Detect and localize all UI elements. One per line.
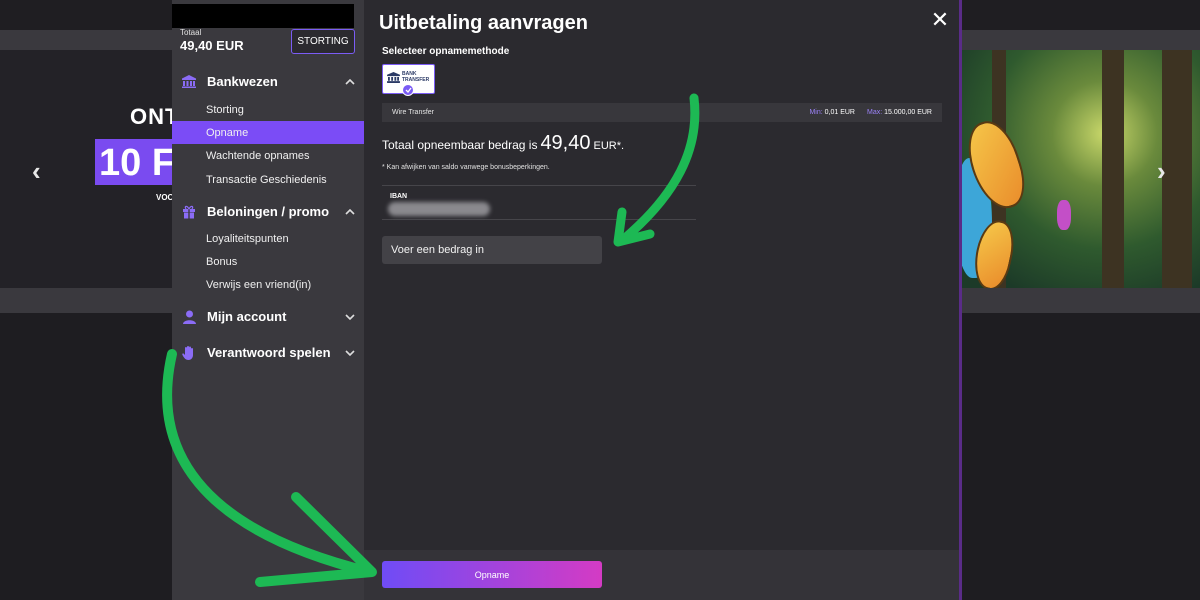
sidebar-section-label: Verantwoord spelen [207,345,331,360]
sidebar-header-strip [172,4,354,28]
sidebar-section-label: Beloningen / promo [207,204,330,219]
account-sidebar: Totaal 49,40 EUR STORTING Bankwezen Stor… [172,0,364,600]
bank-icon [387,72,400,83]
total-prefix: Totaal opneembaar bedrag is [382,138,538,152]
chevron-up-icon [344,206,356,218]
bonus-note: * Kan afwijken van saldo vanwege bonusbe… [382,164,550,171]
bank-transfer-label: BANK TRANSFER [402,71,430,83]
max-limit: Max: 15.000,00 EUR [867,109,932,116]
method-name: Wire Transfer [392,109,435,116]
chevron-up-icon [344,76,356,88]
withdrawal-modal: Uitbetaling aanvragen ✕ Selecteer opname… [364,0,959,600]
bank-icon [180,75,198,89]
sidebar-section-beloningen[interactable]: Beloningen / promo [180,204,356,219]
min-limit-value: 0,01 EUR [824,109,855,116]
balance-value: 49,40 EUR [180,38,244,53]
method-label: Selecteer opnamemethode [382,46,510,57]
balance-label: Totaal [180,28,202,37]
min-limit: Min: 0,01 EUR [809,109,855,116]
iban-field: IBAN [382,185,696,220]
sidebar-item-bonus[interactable]: Bonus [172,250,364,273]
min-limit-label: Min: [809,109,823,116]
gift-icon [180,205,198,219]
sidebar-section-bankwezen[interactable]: Bankwezen [180,74,356,89]
iban-value-redacted [388,202,490,216]
sidebar-item-loyaliteitspunten[interactable]: Loyaliteitspunten [172,227,364,250]
modal-edge [959,0,962,600]
sidebar-section-verantwoord-spelen[interactable]: Verantwoord spelen [180,345,356,360]
sidebar-item-transactie-geschiedenis[interactable]: Transactie Geschiedenis [172,168,364,191]
modal-title: Uitbetaling aanvragen [379,12,588,34]
sidebar-item-verwijs-vriend[interactable]: Verwijs een vriend(in) [172,273,364,296]
check-icon [402,84,414,96]
method-info-bar: Wire Transfer Min: 0,01 EUR Max: 15.000,… [382,103,942,122]
total-suffix: EUR*. [593,140,625,152]
user-icon [180,310,198,324]
chevron-down-icon [344,347,356,359]
iban-label: IBAN [390,193,408,200]
hand-icon [180,346,198,360]
sidebar-section-mijn-account[interactable]: Mijn account [180,309,356,324]
deposit-button[interactable]: STORTING [291,29,355,54]
carousel-next-icon[interactable]: › [1157,156,1166,187]
sidebar-section-label: Bankwezen [207,74,278,89]
withdrawable-total: Totaal opneembaar bedrag is 49,40 EUR*. [382,132,624,155]
sidebar-item-opname[interactable]: Opname [172,121,364,144]
total-amount: 49,40 [540,132,591,154]
close-icon[interactable]: ✕ [930,9,950,31]
amount-input[interactable] [382,236,602,264]
sidebar-item-wachtende-opnames[interactable]: Wachtende opnames [172,144,364,167]
chevron-down-icon [344,311,356,323]
carousel-prev-icon[interactable]: ‹ [32,156,41,187]
hero-badge-text: 10 F [99,142,176,184]
sidebar-section-label: Mijn account [207,309,287,324]
sidebar-item-storting[interactable]: Storting [172,98,364,121]
modal-footer: Opname [364,550,959,600]
withdraw-button[interactable]: Opname [382,561,602,588]
max-limit-label: Max: [867,109,883,116]
max-limit-value: 15.000,00 EUR [884,109,932,116]
